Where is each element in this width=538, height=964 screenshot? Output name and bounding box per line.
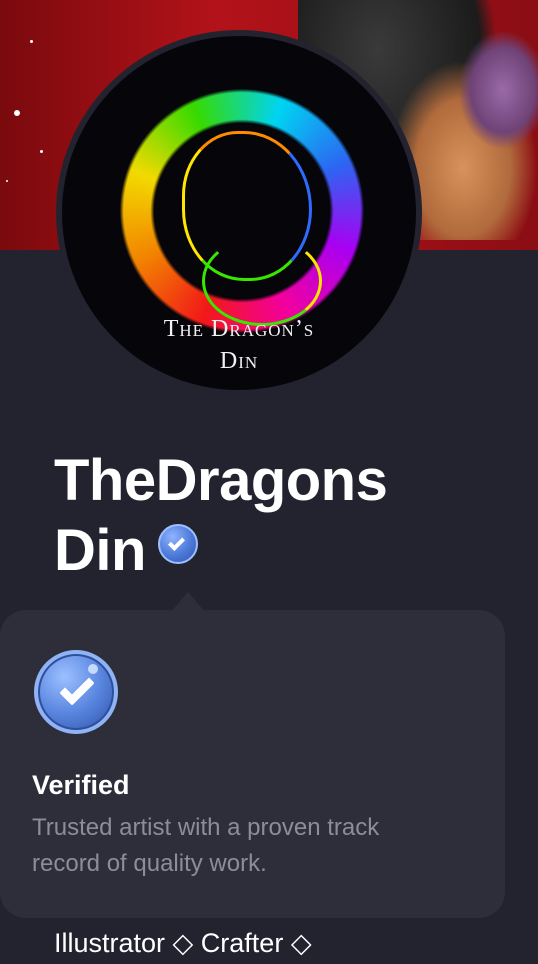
profile-tags: Illustrator ◇ Crafter ◇ xyxy=(54,928,312,958)
profile-name-line2: Din xyxy=(54,518,146,583)
check-icon xyxy=(59,670,95,706)
check-icon xyxy=(167,534,185,551)
logo-text-line1: The Dragon’s xyxy=(163,316,315,342)
tooltip-arrow xyxy=(171,592,205,612)
verified-tooltip: Verified Trusted artist with a proven tr… xyxy=(0,610,505,918)
profile-name-line2-wrap: Din xyxy=(54,516,494,586)
tooltip-description: Trusted artist with a proven track recor… xyxy=(32,814,380,877)
banner-artwork-wing xyxy=(458,30,538,150)
tooltip-title: Verified xyxy=(32,770,130,800)
logo-hair xyxy=(202,236,322,326)
sparkle xyxy=(40,150,43,153)
profile-name: TheDragons Din xyxy=(54,446,494,586)
profile-name-line1: TheDragons xyxy=(54,448,388,513)
badge-shine xyxy=(88,664,98,674)
avatar[interactable]: The Dragon’s Din xyxy=(56,30,422,396)
verified-badge-icon[interactable] xyxy=(157,524,198,564)
verified-check-icon xyxy=(34,650,118,734)
sparkle xyxy=(14,110,20,116)
sparkle xyxy=(30,40,33,43)
sparkle xyxy=(6,180,8,182)
logo-text-line2: Din xyxy=(219,348,259,374)
